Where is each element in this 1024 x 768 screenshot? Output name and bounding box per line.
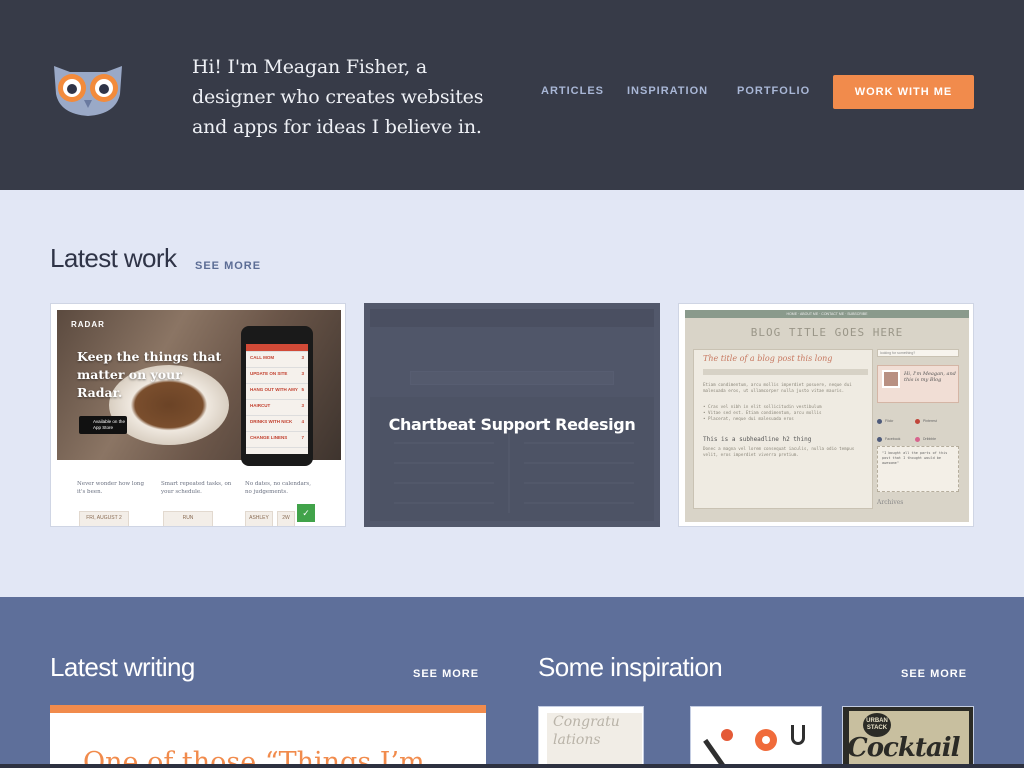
blog-archives-heading: Archives xyxy=(877,499,904,506)
row-label: UPDATE ON SITE xyxy=(250,371,288,376)
inspiration-heading: Some inspiration xyxy=(538,652,723,682)
avatar xyxy=(882,370,900,388)
radar-brand: RADAR xyxy=(71,320,105,329)
feature-tag: 2W xyxy=(277,511,295,526)
work-card-chartbeat[interactable]: Chartbeat Support Redesign xyxy=(364,303,660,527)
row-label: DRINKS WITH NICK xyxy=(250,419,293,424)
chartbeat-card-title: Chartbeat Support Redesign xyxy=(388,415,636,434)
latest-work-see-more-link[interactable]: SEE MORE xyxy=(195,260,261,272)
blog-author-card: Hi, I'm Meagan, and this is my Blog xyxy=(877,365,959,403)
feature-tag: FRI, AUGUST 2 xyxy=(79,511,129,526)
row-label: CALL MOM xyxy=(250,355,275,360)
blog-subheadline: This is a subheadline h2 thing xyxy=(703,436,812,443)
radar-headline: Keep the things that matter on your Rada… xyxy=(77,349,222,400)
work-with-me-button[interactable]: WORK WITH ME xyxy=(833,75,974,109)
blog-list: • Cras vel nibh in elit sollicitudin ves… xyxy=(703,404,822,421)
blog-search: looking for something? xyxy=(877,349,959,357)
social-icon xyxy=(877,418,882,424)
inspiration-lettering: Congratu lations xyxy=(553,714,620,748)
blog-signature: Hi, I'm Meagan, and this is my Blog xyxy=(904,371,956,383)
phone-screen: CALL MOM 3 UPDATE ON SITE 3 HANG OUT WITH … xyxy=(246,344,308,454)
blog-nav: HOME · ABOUT ME · CONTACT ME · SUBSCRIBE xyxy=(685,310,969,318)
social-label: Facebook xyxy=(885,437,901,441)
row-count: 7 xyxy=(301,435,304,440)
blog-title: BLOG TITLE GOES HERE xyxy=(750,326,904,339)
checkmark-icon: ✓ xyxy=(297,504,315,522)
illustration-shape xyxy=(721,729,733,741)
social-icon xyxy=(915,436,920,442)
row-count: 4 xyxy=(301,419,304,424)
social-label: Dribbble xyxy=(923,437,937,441)
feature-text: No dates, no calendars, no judgements. xyxy=(245,481,311,495)
nav-portfolio[interactable]: PORTFOLIO xyxy=(737,85,810,97)
list-item: CHANGE LINENS 7 xyxy=(246,432,308,448)
owl-logo-icon[interactable] xyxy=(50,58,126,118)
list-item: HAIRCUT 3 xyxy=(246,400,308,416)
list-item: UPDATE ON SITE 3 xyxy=(246,368,308,384)
social-label: Pinterest xyxy=(923,419,937,423)
scroll-edge xyxy=(0,764,1024,768)
social-item: Facebook xyxy=(877,435,915,443)
feature-text: Smart repeated tasks, on your schedule. xyxy=(161,481,232,495)
site-header: Hi! I'm Meagan Fisher, a designer who cr… xyxy=(0,0,1024,190)
list-item: DRINKS WITH NICK 4 xyxy=(246,416,308,432)
work-card-blog[interactable]: HOME · ABOUT ME · CONTACT ME · SUBSCRIBE… xyxy=(678,303,974,527)
social-icon xyxy=(915,418,920,424)
blog-paragraph: Donec a magna vel lorem consequat iaculi… xyxy=(703,446,855,457)
list-item: CALL MOM 3 xyxy=(246,352,308,368)
nav-articles[interactable]: ARTICLES xyxy=(541,85,604,97)
social-item: Pinterest xyxy=(915,417,953,425)
latest-writing-heading: Latest writing xyxy=(50,652,195,682)
radar-features: Never wonder how long it's been. Smart r… xyxy=(57,464,341,526)
social-item: Dribbble xyxy=(915,435,953,443)
social-item: Flickr xyxy=(877,417,915,425)
latest-work-heading: Latest work xyxy=(50,243,177,273)
latest-writing-see-more-link[interactable]: SEE MORE xyxy=(413,668,479,680)
blog-quote: "I bought all the parts of this post tha… xyxy=(877,446,959,492)
list-item: HANG OUT WITH AMY 5 xyxy=(246,384,308,400)
hook-icon xyxy=(791,725,805,745)
blog-post-meta xyxy=(703,369,868,375)
row-count: 3 xyxy=(301,371,304,376)
blog-post-title: The title of a blog post this long xyxy=(703,354,833,363)
row-count: 5 xyxy=(301,387,304,392)
article-card[interactable]: One of those “Things I’m xyxy=(50,705,486,768)
cocktail-lettering: Cocktail xyxy=(847,733,960,763)
social-icon xyxy=(877,436,882,442)
intro-text: Hi! I'm Meagan Fisher, a designer who cr… xyxy=(192,56,484,138)
inspiration-item-cocktail[interactable]: URBAN STACK Cocktail xyxy=(842,706,974,768)
work-card-radar[interactable]: RADAR Keep the things that matter on you… xyxy=(50,303,346,527)
inspiration-see-more-link[interactable]: SEE MORE xyxy=(901,668,967,680)
social-label: Flickr xyxy=(885,419,894,423)
app-store-badge: Available on the App Store xyxy=(79,416,127,434)
blog-sidebar: looking for something? Hi, I'm Meagan, a… xyxy=(877,349,967,519)
row-count: 3 xyxy=(301,355,304,360)
blog-paragraph: Etiam condimentum, arcu mollis imperdiet… xyxy=(703,382,852,393)
inspiration-item-congratulations[interactable]: Congratu lations xyxy=(538,706,644,768)
inspiration-item-illustration[interactable] xyxy=(690,706,822,768)
phone-status-bar xyxy=(246,344,308,352)
row-label: HANG OUT WITH AMY xyxy=(250,387,298,392)
feature-tag: RUN xyxy=(163,511,213,526)
row-label: HAIRCUT xyxy=(250,403,271,408)
row-label: CHANGE LINENS xyxy=(250,435,288,440)
illustration-shape xyxy=(762,736,770,744)
feature-text: Never wonder how long it's been. xyxy=(77,481,144,495)
feature-tag: ASHLEY xyxy=(245,511,273,526)
nav-inspiration[interactable]: INSPIRATION xyxy=(627,85,708,97)
row-count: 3 xyxy=(301,403,304,408)
